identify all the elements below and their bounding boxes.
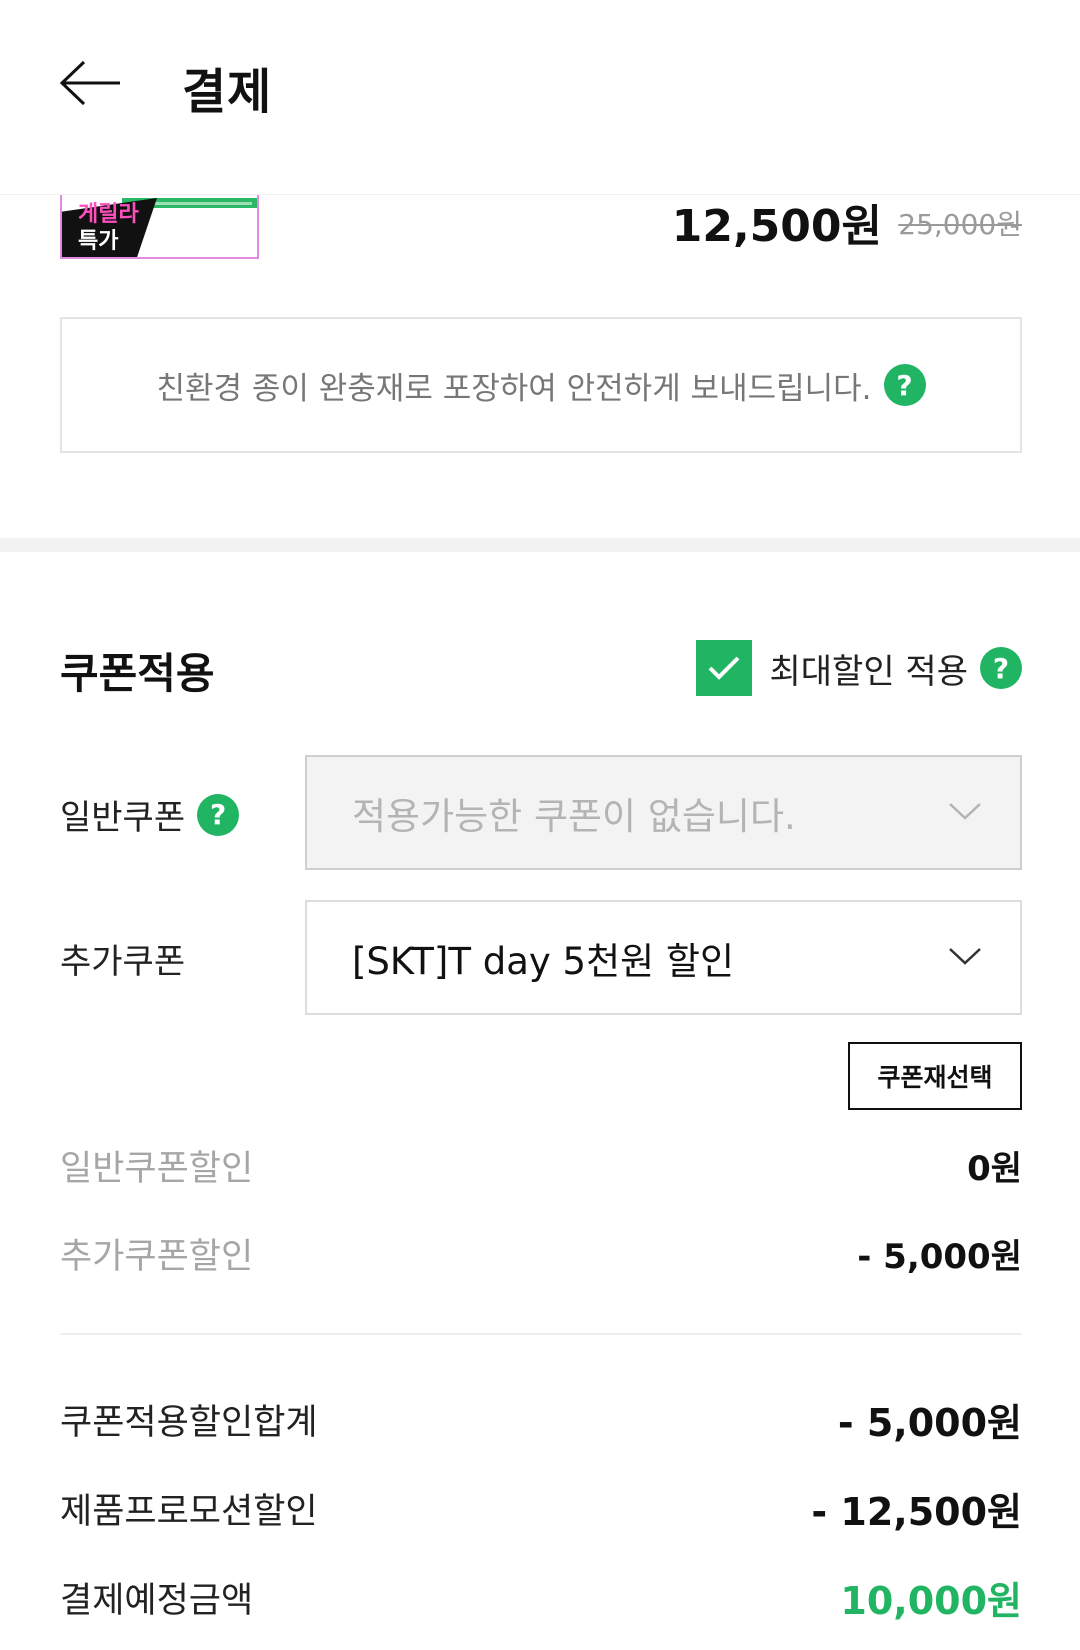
- section-divider: [0, 538, 1080, 552]
- general-coupon-label: 일반쿠폰: [60, 798, 186, 838]
- promo-discount-label: 제품프로모션할인: [60, 1492, 318, 1532]
- coupon-total-row: 쿠폰적용할인합계 - 5,000원: [60, 1392, 1022, 1447]
- extra-discount-label: 추가쿠폰할인: [60, 1237, 254, 1277]
- sale-price: 12,500원: [671, 201, 882, 252]
- eco-notice-text: 친환경 종이 완충재로 포장하여 안전하게 보내드립니다.: [156, 370, 872, 407]
- question-circle-icon[interactable]: ?: [883, 364, 926, 406]
- chevron-down-icon: [949, 803, 981, 820]
- promo-discount-row: 제품프로모션할인 - 12,500원: [60, 1481, 1022, 1536]
- check-icon: [708, 656, 739, 680]
- product-image-highlight: [152, 202, 252, 205]
- question-circle-icon[interactable]: ?: [980, 647, 1022, 689]
- chevron-down-icon: [949, 948, 981, 965]
- arrow-left-icon: [59, 60, 120, 106]
- max-discount-checkbox[interactable]: [695, 640, 752, 696]
- summary-divider: [60, 1333, 1022, 1335]
- coupon-total-label: 쿠폰적용할인합계: [60, 1403, 318, 1443]
- back-button[interactable]: [58, 58, 124, 108]
- extra-discount-row: 추가쿠폰할인 - 5,000원: [60, 1228, 1022, 1279]
- general-coupon-placeholder: 적용가능한 쿠폰이 없습니다.: [352, 794, 796, 838]
- general-discount-label: 일반쿠폰할인: [60, 1149, 254, 1189]
- expected-payment-row: 결제예정금액 10,000원: [60, 1570, 1022, 1625]
- extra-coupon-select[interactable]: [SKT]T day 5천원 할인: [305, 900, 1022, 1015]
- max-discount-label: 최대할인 적용: [769, 651, 969, 692]
- coupon-reselect-button[interactable]: 쿠폰재선택: [848, 1042, 1022, 1110]
- coupon-section-title: 쿠폰적용: [60, 649, 215, 698]
- question-circle-icon[interactable]: ?: [197, 793, 240, 836]
- expected-payment-value: 10,000원: [840, 1579, 1022, 1623]
- max-discount-toggle[interactable]: 최대할인 적용 ?: [695, 640, 1022, 696]
- extra-coupon-row-label: 추가쿠폰: [60, 934, 185, 983]
- eco-packaging-notice: 친환경 종이 완충재로 포장하여 안전하게 보내드립니다. ?: [60, 317, 1022, 453]
- coupon-total-value: - 5,000원: [837, 1401, 1022, 1445]
- expected-payment-label: 결제예정금액: [60, 1581, 254, 1621]
- page-title: 결제: [182, 64, 273, 120]
- payment-page: 결제 게릴라 특가 12,500원 25,000원 친환경 종이 완충재로 포장…: [0, 0, 1080, 1650]
- promo-discount-value: - 12,500원: [811, 1490, 1022, 1534]
- general-discount-row: 일반쿠폰할인 0원: [60, 1140, 1022, 1191]
- extra-coupon-selected: [SKT]T day 5천원 할인: [352, 939, 734, 983]
- general-discount-value: 0원: [967, 1149, 1022, 1189]
- app-header: 결제: [0, 0, 1080, 195]
- extra-coupon-label: 추가쿠폰: [60, 942, 186, 982]
- general-coupon-select[interactable]: 적용가능한 쿠폰이 없습니다.: [305, 755, 1022, 870]
- general-coupon-row-label: 일반쿠폰 ?: [60, 790, 240, 839]
- badge-text-line2: 특가: [78, 229, 119, 254]
- original-price: 25,000원: [898, 208, 1022, 241]
- extra-discount-value: - 5,000원: [857, 1237, 1022, 1277]
